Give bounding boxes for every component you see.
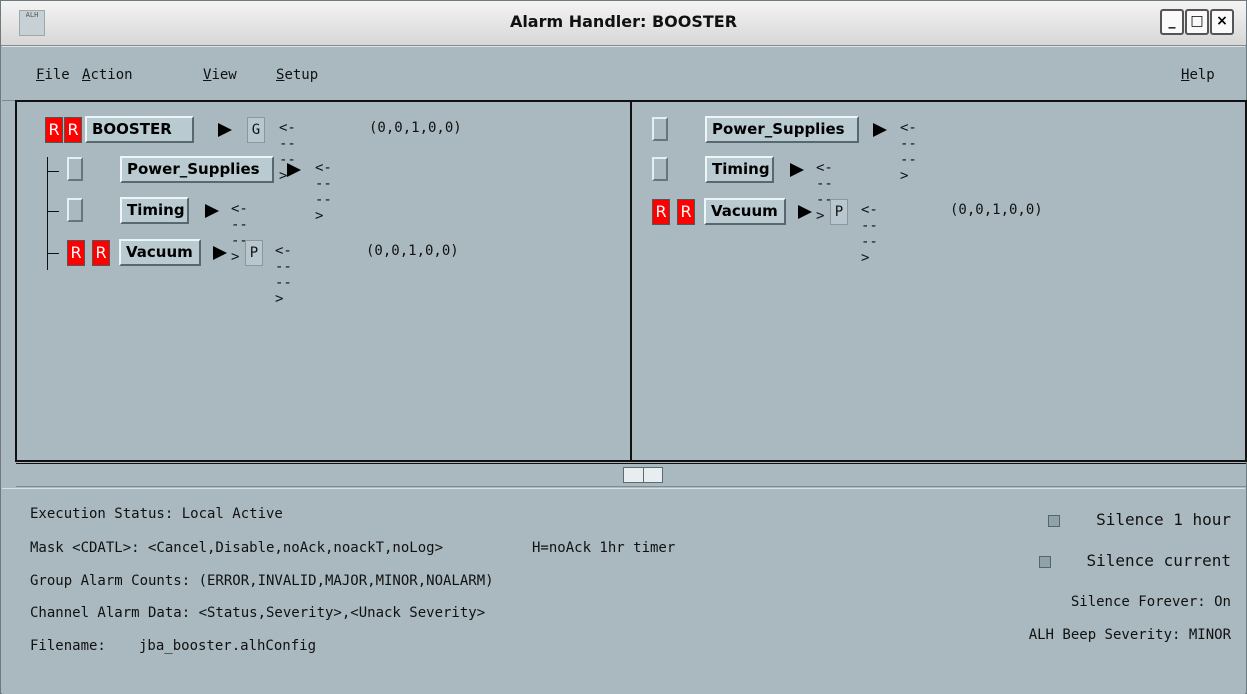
filename-value: jba_booster.alhConfig [139,638,317,654]
menu-view[interactable]: View [203,67,237,83]
channel-alarm-data-legend: Channel Alarm Data: <Status,Severity>,<U… [30,605,486,621]
right-group-button-power-supplies[interactable]: Power_Supplies [705,116,859,143]
alarm-severity-red: R [652,199,670,225]
silence-forever-status: Silence Forever: On [1070,594,1231,610]
right-group-button-timing[interactable]: Timing [705,156,774,183]
menu-help[interactable]: Help [1181,67,1215,83]
status-box [652,117,668,141]
pane-splitter[interactable] [16,463,1246,487]
group-alarm-counts: (0,0,1,0,0) [950,202,1043,218]
alarm-severity-red: R [67,240,85,266]
expand-arrow-icon[interactable] [873,123,887,137]
menu-bar: File Action View Setup Help [2,46,1245,101]
group-alarm-counts: (0,0,1,0,0) [369,120,462,136]
expand-arrow-icon[interactable] [287,163,301,177]
row-arrow-text: <-----> [900,120,917,184]
expand-arrow-icon[interactable] [213,246,227,260]
mask-legend: Mask <CDATL>: <Cancel,Disable,noAck,noac… [30,540,444,556]
mode-button[interactable]: P [245,240,263,266]
expand-arrow-icon[interactable] [790,163,804,177]
group-button-vacuum[interactable]: Vacuum [119,239,201,266]
tree-branch [47,253,59,254]
alarm-unack-red: R [92,240,110,266]
tree-branch [47,211,59,212]
alarm-severity-red: R [45,117,63,143]
expand-arrow-icon[interactable] [798,205,812,219]
menu-setup-label: etup [284,67,319,83]
menu-action[interactable]: Action [82,67,133,83]
menu-file[interactable]: File [36,67,70,83]
execution-status: Execution Status: Local Active [30,506,283,522]
beep-severity-status: ALH Beep Severity: MINOR [1028,627,1231,643]
status-area: Execution Status: Local Active Mask <CDA… [2,488,1245,694]
window-title: Alarm Handler: BOOSTER [509,12,738,31]
menu-setup[interactable]: Setup [276,67,318,83]
mode-button[interactable]: G [247,117,265,143]
maximize-button[interactable]: □ [1185,9,1209,35]
silence-hour-checkbox[interactable] [1048,515,1060,527]
status-box [67,157,83,181]
expand-arrow-icon[interactable] [218,123,232,137]
silence-current-label[interactable]: Silence current [1087,551,1232,570]
menu-file-label: ile [44,67,70,83]
group-alarm-counts-legend: Group Alarm Counts: (ERROR,INVALID,MAJOR… [30,573,494,589]
tree-view-pane: R R BOOSTER G <-----> (0,0,1,0,0) Power_… [15,100,632,462]
mode-button[interactable]: P [830,199,848,225]
minimize-button[interactable]: _ [1160,9,1184,35]
alarm-unack-red: R [677,199,695,225]
silence-current-checkbox[interactable] [1039,556,1051,568]
row-arrow-text: <-----> [861,202,878,266]
silence-hour-label[interactable]: Silence 1 hour [1096,510,1231,529]
row-arrow-text: <-----> [275,243,292,307]
splitter-handle[interactable] [623,467,663,483]
menu-view-label: iew [211,67,237,83]
row-arrow-text: <-----> [315,160,332,224]
title-bar[interactable]: ALH Alarm Handler: BOOSTER _ □ × [1,1,1246,46]
close-button[interactable]: × [1210,9,1234,35]
group-contents-pane: Power_Supplies <-----> Timing <-----> R … [630,100,1247,462]
right-group-button-vacuum[interactable]: Vacuum [704,198,786,225]
tree-branch [47,171,59,172]
group-button-power-supplies[interactable]: Power_Supplies [120,156,274,183]
group-button-timing[interactable]: Timing [120,197,189,224]
status-box [67,198,83,222]
alarm-unack-red: R [64,117,82,143]
group-alarm-counts: (0,0,1,0,0) [366,243,459,259]
expand-arrow-icon[interactable] [205,204,219,218]
mask-hint: H=noAck 1hr timer [532,540,676,556]
group-button-booster[interactable]: BOOSTER [85,116,194,143]
status-box [652,157,668,181]
alarm-handler-window: ALH Alarm Handler: BOOSTER _ □ × File Ac… [0,0,1247,694]
menu-action-label: ction [90,67,133,83]
filename-label: Filename: [30,638,106,654]
